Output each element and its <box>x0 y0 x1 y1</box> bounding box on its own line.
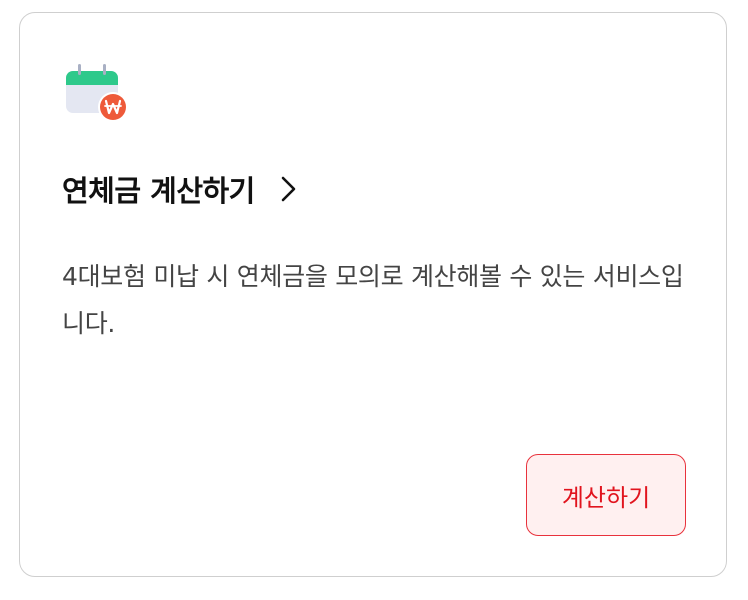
card-title: 연체금 계산하기 <box>62 174 255 208</box>
service-card: 연체금 계산하기 4대보험 미납 시 연체금을 모의로 계산해볼 수 있는 서비… <box>19 12 727 577</box>
chevron-right-icon <box>279 175 299 203</box>
card-description: 4대보험 미납 시 연체금을 모의로 계산해볼 수 있는 서비스입니다. <box>62 262 684 338</box>
calendar-won-icon <box>66 61 130 125</box>
card-title-link[interactable]: 연체금 계산하기 <box>62 169 299 209</box>
calculate-button[interactable]: 계산하기 <box>526 454 686 536</box>
